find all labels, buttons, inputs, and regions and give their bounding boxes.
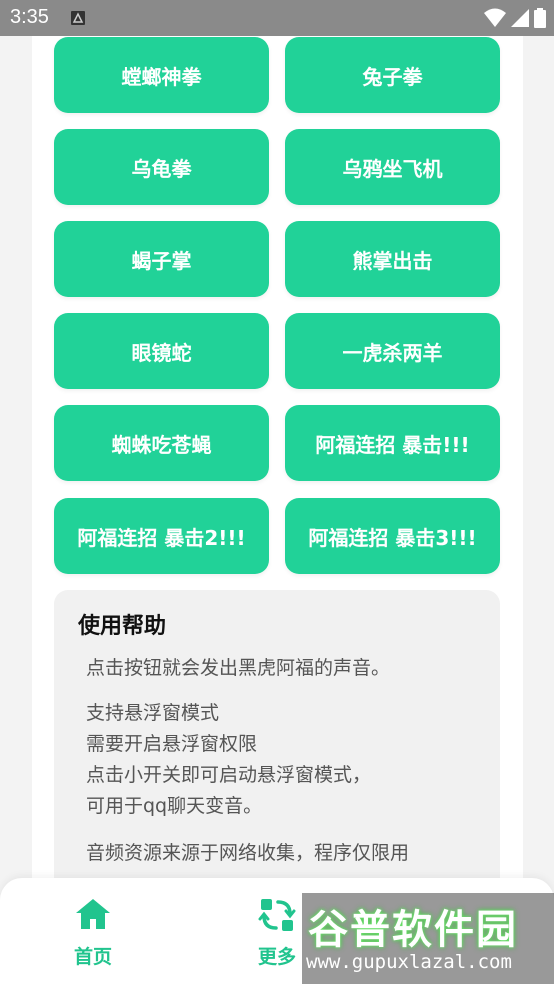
button-label: 蝎子掌	[131, 248, 192, 273]
sound-button-combo-3[interactable]: 阿福连招 暴击3!!!	[285, 498, 500, 574]
help-paragraph-2-line-4: 可用于qq聊天变音。	[86, 795, 263, 817]
sound-button-bear-palm[interactable]: 熊掌出击	[285, 221, 500, 297]
help-paragraph-1: 点击按钮就会发出黑虎阿福的声音。	[86, 657, 391, 679]
status-bar: 3:35	[0, 0, 554, 36]
button-label: 熊掌出击	[352, 248, 433, 273]
sound-button-mantis-fist[interactable]: 螳螂神拳	[54, 37, 269, 113]
nav-item-home[interactable]: 首页	[38, 878, 148, 984]
help-title: 使用帮助	[78, 614, 167, 639]
sound-button-combo-1[interactable]: 阿福连招 暴击!!!	[285, 405, 500, 481]
home-icon	[73, 896, 113, 936]
help-paragraph-2-line-1: 支持悬浮窗模式	[86, 702, 220, 724]
sound-button-crow-plane[interactable]: 乌鸦坐飞机	[285, 129, 500, 205]
button-label: 兔子拳	[362, 64, 423, 89]
sound-button-cobra[interactable]: 眼镜蛇	[54, 313, 269, 389]
watermark-title: 谷普软件园	[308, 907, 518, 953]
sound-button-scorpion-palm[interactable]: 蝎子掌	[54, 221, 269, 297]
sound-button-tiger-sheep[interactable]: 一虎杀两羊	[285, 313, 500, 389]
refresh-icon	[258, 896, 296, 938]
button-label: 乌鸦坐飞机	[342, 156, 443, 181]
status-time: 3:35	[10, 6, 49, 28]
button-label: 蜘蛛吃苍蝇	[111, 432, 212, 457]
button-label: 乌龟拳	[131, 156, 192, 181]
battery-icon	[534, 8, 546, 28]
sound-button-turtle-fist[interactable]: 乌龟拳	[54, 129, 269, 205]
help-panel: 使用帮助 点击按钮就会发出黑虎阿福的声音。 支持悬浮窗模式 需要开启悬浮窗权限 …	[54, 590, 500, 920]
sound-button-combo-2[interactable]: 阿福连招 暴击2!!!	[54, 498, 269, 574]
wifi-icon	[484, 8, 506, 27]
button-label: 一虎杀两羊	[342, 340, 443, 365]
system-icons	[484, 8, 546, 28]
notification-icon	[70, 10, 86, 30]
sound-button-spider-fly[interactable]: 蜘蛛吃苍蝇	[54, 405, 269, 481]
help-paragraph-2-line-2: 需要开启悬浮窗权限	[86, 733, 258, 755]
button-label: 眼镜蛇	[131, 340, 192, 365]
watermark-url: www.gupuxlazal.com	[306, 951, 512, 973]
help-paragraph-3: 音频资源来源于网络收集，程序仅限用	[86, 842, 410, 864]
signal-icon	[511, 9, 529, 27]
button-label: 螳螂神拳	[121, 64, 202, 89]
button-label: 阿福连招 暴击3!!!	[308, 525, 477, 550]
nav-label-home: 首页	[73, 946, 112, 968]
watermark: 谷普软件园 www.gupuxlazal.com	[302, 893, 554, 984]
button-label: 阿福连招 暴击2!!!	[77, 525, 246, 550]
help-paragraph-2-line-3: 点击小开关即可启动悬浮窗模式，	[86, 764, 372, 786]
sound-button-rabbit-fist[interactable]: 兔子拳	[285, 37, 500, 113]
button-label: 阿福连招 暴击!!!	[315, 432, 470, 457]
